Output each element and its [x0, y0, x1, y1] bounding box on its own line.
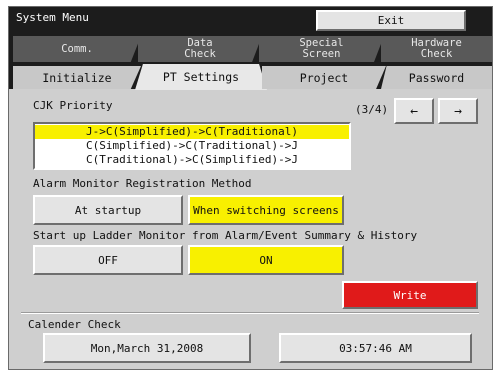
tab-initialize[interactable]: Initialize [13, 66, 141, 89]
cjk-option-2[interactable]: C(Simplified)->C(Traditional)->J [35, 139, 349, 153]
tab-pt-settings-label: PT Settings [162, 70, 240, 84]
tab-hardware-check-label: Hardware Check [411, 37, 462, 60]
tab-initialize-label: Initialize [42, 70, 112, 85]
tab-comm[interactable]: Comm. [13, 36, 141, 62]
tab-data-check-label: Data Check [184, 37, 216, 60]
cjk-priority-list[interactable]: J->C(Simplified)->C(Traditional) C(Simpl… [33, 122, 351, 170]
ladder-off-button[interactable]: OFF [33, 245, 183, 275]
tab-password[interactable]: Password [381, 66, 492, 89]
next-page-button[interactable]: → [438, 98, 478, 124]
exit-button[interactable]: Exit [316, 10, 466, 31]
tab-data-check[interactable]: Data Check [138, 36, 262, 62]
alarm-when-switching-button[interactable]: When switching screens [188, 195, 344, 225]
date-display: Mon,March 31,2008 [43, 333, 251, 363]
window-title: System Menu [16, 11, 89, 24]
ladder-monitor-label: Start up Ladder Monitor from Alarm/Event… [33, 229, 418, 242]
calendar-check-label: Calender Check [28, 318, 121, 331]
alarm-at-startup-button[interactable]: At startup [33, 195, 183, 225]
arrow-right-icon: → [454, 103, 462, 119]
write-button[interactable]: Write [342, 281, 478, 309]
tab-project[interactable]: Project [262, 66, 386, 89]
time-display: 03:57:46 AM [279, 333, 472, 363]
ladder-on-button[interactable]: ON [188, 245, 344, 275]
tab-comm-label: Comm. [61, 42, 93, 55]
cjk-option-3[interactable]: C(Traditional)->C(Simplified)->J [35, 153, 349, 167]
tab-password-label: Password [408, 70, 465, 85]
alarm-method-label: Alarm Monitor Registration Method [33, 177, 252, 190]
tab-hardware-check[interactable]: Hardware Check [381, 36, 492, 62]
section-divider [21, 312, 479, 314]
tab-special-screen[interactable]: Special Screen [259, 36, 384, 62]
tab-pt-settings[interactable]: PT Settings [135, 64, 267, 90]
arrow-left-icon: ← [410, 103, 418, 119]
cjk-option-1[interactable]: J->C(Simplified)->C(Traditional) [35, 125, 349, 139]
tab-project-label: Project [299, 70, 349, 85]
prev-page-button[interactable]: ← [394, 98, 434, 124]
page-indicator: (3/4) [355, 103, 389, 116]
tab-special-screen-label: Special Screen [299, 37, 344, 60]
cjk-priority-label: CJK Priority [33, 99, 113, 112]
